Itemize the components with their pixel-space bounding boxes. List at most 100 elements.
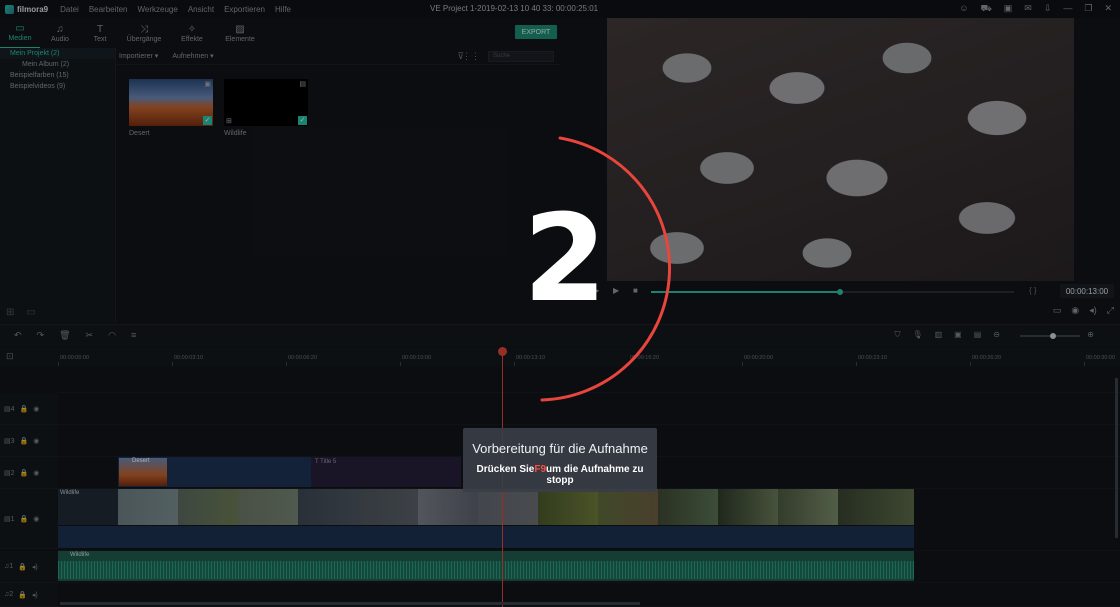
tab-audio[interactable]: ♫ Audio [40,18,80,48]
playback-progress[interactable] [651,289,1014,295]
eye-icon[interactable]: ◉ [33,405,39,413]
tab-elemente[interactable]: ▨ Elemente [216,18,264,48]
speaker-icon[interactable]: ◂) [32,563,38,571]
timeline-clip-audio[interactable]: Wildlife [58,551,914,581]
mix-icon[interactable]: ▥ [935,330,943,340]
mic-icon[interactable]: 🎙 [912,330,922,340]
tab-medien[interactable]: ▭ Medien [0,18,40,48]
video-track-icon: ▤2 [4,469,15,477]
track-video-1: Wildlife [58,489,1120,551]
cut-icon[interactable]: ✂ [86,330,94,341]
close-icon[interactable]: ✕ [1104,3,1112,15]
marker-icon[interactable]: ⛉ [894,330,900,340]
search-input[interactable]: Suche [488,51,554,62]
import-dropdown[interactable]: Importierer ▾ [119,52,158,60]
eye-icon[interactable]: ◉ [33,437,39,445]
record-dropdown[interactable]: Aufnehmen ▾ [172,52,213,60]
timeline-right-tools: ⛉ 🎙 ▥ ▣ ▤ ⊖ [894,330,1000,340]
horizontal-scrollbar[interactable] [60,602,640,605]
lock-icon[interactable]: 🔒 [20,405,29,413]
library-item-mein-album[interactable]: Mein Album (2) [0,59,115,70]
menu-hilfe[interactable]: Hilfe [275,5,291,14]
tab-effekte[interactable]: ✧ Effekte [168,18,216,48]
timeline-clip-wildlife[interactable]: Wildlife [58,489,914,548]
snapshot-icon[interactable]: ▣ [954,330,962,340]
zoom-slider[interactable] [1020,333,1080,339]
new-folder-icon[interactable]: ⊞ [6,307,14,318]
preview-tools: ▭ ◉ ◂) ⤢ [1053,305,1114,316]
volume-icon[interactable]: ◂) [1089,305,1097,316]
audio-waveform [58,561,914,579]
gift-icon[interactable]: ▣ [1004,3,1013,15]
lock-icon[interactable]: 🔒 [20,469,29,477]
zoom-out-icon[interactable]: ⊖ [993,330,1000,340]
snapshot-icon[interactable]: ◉ [1071,305,1079,316]
speed-icon[interactable]: ◠ [108,330,116,341]
menu-werkzeuge[interactable]: Werkzeuge [138,5,178,14]
media-label-wildlife: Wildlife [224,130,247,137]
delete-icon[interactable]: 🗑 [59,330,70,341]
cart-icon[interactable]: ⛟ [980,3,991,15]
eye-icon[interactable]: ◉ [33,515,39,523]
export-button[interactable]: EXPORT [515,25,557,39]
undo-icon[interactable]: ↶ [14,330,22,341]
menu-bearbeiten[interactable]: Bearbeiten [89,5,128,14]
library-item-beispielvideos[interactable]: Beispielvideos (9) [0,81,115,92]
recording-title: Vorbereitung für die Aufnahme [472,441,648,456]
library-item-mein-projekt[interactable]: Mein Projekt (2) [0,48,115,59]
redo-icon[interactable]: ↷ [37,330,45,341]
timeline-clip-title[interactable]: T Title 5 [311,457,461,487]
transition-icon: ⤨ [140,23,148,35]
monitor-icon[interactable]: ▭ [1053,305,1062,316]
lock-icon[interactable]: 🔒 [18,591,27,599]
lock-icon[interactable]: 🔒 [18,563,27,571]
media-thumb-desert[interactable]: ▣ ✓ [129,79,213,126]
adjust-icon[interactable]: ≡ [131,330,136,341]
ruler-tick [400,362,401,366]
zoom-knob[interactable] [1050,333,1056,339]
menu-exportieren[interactable]: Exportieren [224,5,265,14]
window-title: VE Project 1-2019-02-13 10 40 33: 00:00:… [430,4,599,13]
eye-icon[interactable]: ◉ [33,469,39,477]
app-logo: filmora9 [5,4,48,14]
mark-in-out-icon[interactable]: { } [1029,286,1037,295]
menu-ansicht[interactable]: Ansicht [188,5,214,14]
filmora-window: filmora9 Datei Bearbeiten Werkzeuge Ansi… [0,0,1120,607]
vertical-scrollbar[interactable] [1115,378,1118,538]
tab-label: Text [93,35,107,43]
mail-icon[interactable]: ✉ [1024,3,1032,15]
zoom-in-icon[interactable]: ⊕ [1087,330,1094,339]
progress-knob[interactable] [836,289,843,295]
tab-uebergaenge[interactable]: ⤨ Übergänge [120,18,168,48]
fullscreen-icon[interactable]: ⤢ [1107,305,1114,316]
effects-icon: ✧ [187,23,197,35]
tab-label: Effekte [181,35,203,43]
minimize-icon[interactable]: — [1063,3,1072,15]
speaker-icon[interactable]: ◂) [32,591,38,599]
lock-icon[interactable]: 🔒 [20,515,29,523]
tab-text[interactable]: T Text [80,18,120,48]
text-clip-icon: T [315,459,319,465]
split-screen-icon[interactable]: ▤ [974,330,982,340]
library-item-beispielfarben[interactable]: Beispielfarben (15) [0,70,115,81]
titlebar-icons: ☺ ⛟ ▣ ✉ ⇩ — ❐ ✕ [959,3,1112,15]
folder-icon[interactable]: ▭ [26,307,35,318]
hotkey-label: F9 [534,464,547,475]
download-icon[interactable]: ⇩ [1044,3,1052,15]
media-thumb-wildlife[interactable]: ▤ ⊞ ✓ [224,79,308,126]
menu-datei[interactable]: Datei [60,5,79,14]
restore-icon[interactable]: ❐ [1084,3,1092,15]
track-header-video-4: ▤4 🔒 ◉ [0,393,58,425]
ruler-time-label: 00:00:26:20 [972,355,1002,361]
account-icon[interactable]: ☺ [959,3,968,15]
grid-view-icon[interactable]: ⋮⋮ [462,51,480,62]
track-header-video-2: ▤2 🔒 ◉ [0,457,58,489]
menu-bar: Datei Bearbeiten Werkzeuge Ansicht Expor… [60,5,291,14]
library-actions: ⊞ ▭ [6,307,36,318]
add-track-icon[interactable]: ⊡ [0,347,58,367]
lock-icon[interactable]: 🔒 [20,437,29,445]
ruler-time-label: 00:00:03:10 [174,355,204,361]
countdown-number: 2 [523,190,607,329]
ruler-time-label: 00:00:06:20 [288,355,318,361]
video-type-icon: ▤ [299,81,306,88]
